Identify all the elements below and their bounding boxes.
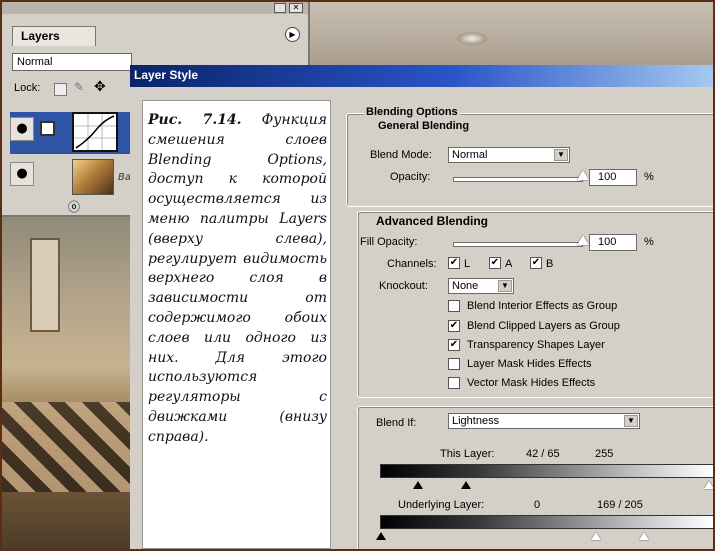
eye-icon[interactable]: ● — [10, 162, 34, 186]
channel-l-checkbox[interactable]: ✔ — [448, 257, 460, 269]
this-layer-gradient — [380, 464, 713, 478]
layer-thumbnail[interactable] — [72, 159, 114, 195]
underlying-layer-label: Underlying Layer: — [398, 499, 485, 511]
transparency-shapes-checkbox[interactable]: ✔ — [448, 339, 460, 351]
this-layer-label: This Layer: — [440, 448, 495, 460]
blend-if-select[interactable]: Lightness ▼ — [448, 413, 640, 429]
figure-caption: Рис. 7.14. Функция смешения слоев Blendi… — [142, 100, 331, 549]
fill-opacity-input[interactable]: 100 — [589, 234, 637, 251]
blend-interior-label: Blend Interior Effects as Group — [467, 300, 618, 312]
blend-if-value: Lightness — [452, 415, 500, 427]
fill-opacity-slider-thumb[interactable] — [577, 235, 589, 245]
opacity-label: Opacity: — [390, 171, 431, 183]
minimize-button[interactable] — [274, 3, 286, 13]
lock-transparency-checkbox[interactable] — [54, 83, 67, 96]
opacity-input[interactable]: 100 — [589, 169, 637, 186]
fill-opacity-label: Fill Opacity: — [360, 236, 418, 248]
opacity-slider-thumb[interactable] — [577, 170, 589, 180]
screenshot-frame: ✕ Layers ▶ Normal Lock: ✎ ✥ ● ● Ba ⓞ Lay… — [0, 0, 715, 551]
underlying-high-value: 169 / 205 — [597, 499, 643, 511]
caption-text: Рис. 7.14. Функция смешения слоев Blendi… — [148, 111, 327, 448]
general-blending-title: General Blending — [378, 120, 470, 132]
channel-a-checkbox[interactable]: ✔ — [489, 257, 501, 269]
eye-icon[interactable]: ● — [10, 117, 34, 141]
blend-mode-label: Blend Mode: — [370, 149, 432, 161]
figure-number: Рис. 7.14. — [148, 112, 242, 128]
background-photo-room — [2, 214, 132, 549]
this-layer-black-slider-right[interactable] — [461, 481, 471, 489]
underlying-low-value: 0 — [534, 499, 541, 511]
this-layer-low-value: 42 / 65 — [526, 448, 560, 460]
fill-opacity-unit: % — [644, 236, 654, 248]
palette-menu-button[interactable]: ▶ — [285, 27, 300, 42]
underlying-layer-gradient — [380, 515, 713, 529]
opacity-unit: % — [644, 171, 654, 183]
knockout-select[interactable]: None ▼ — [448, 278, 514, 294]
knockout-label: Knockout: — [379, 280, 428, 292]
channel-b-label: B — [546, 258, 554, 270]
layer-link-box[interactable] — [40, 121, 55, 136]
lock-label: Lock: — [14, 82, 41, 94]
channel-a-label: A — [505, 258, 513, 270]
vector-mask-hides-label: Vector Mask Hides Effects — [467, 377, 596, 389]
ceiling-lamp — [457, 32, 487, 45]
layers-tab[interactable]: Layers — [12, 26, 96, 46]
channel-l-label: L — [464, 258, 471, 270]
channels-label: Channels: — [387, 258, 437, 270]
blend-clipped-label: Blend Clipped Layers as Group — [467, 320, 620, 332]
layers-blend-mode-select[interactable]: Normal — [12, 53, 132, 71]
lock-position-icon[interactable]: ✥ — [94, 79, 106, 95]
this-layer-black-slider-left[interactable] — [413, 481, 423, 489]
blend-mode-value: Normal — [452, 149, 488, 161]
this-layer-high-value: 255 — [595, 448, 614, 460]
blend-if-label: Blend If: — [376, 417, 417, 429]
background-photo-floor — [2, 402, 132, 492]
underlying-black-slider[interactable] — [376, 532, 386, 540]
curves-thumbnail[interactable] — [72, 112, 118, 152]
curves-graph-icon — [74, 114, 116, 150]
blend-clipped-checkbox[interactable]: ✔ — [448, 320, 460, 332]
transparency-shapes-label: Transparency Shapes Layer — [467, 339, 605, 351]
underlying-white-slider-right[interactable] — [639, 532, 649, 540]
background-photo-ceiling — [302, 2, 713, 72]
blend-mode-select[interactable]: Normal ▼ — [448, 147, 570, 163]
close-icon: ✕ — [292, 3, 300, 12]
layer-style-icon[interactable]: ⓞ — [68, 198, 80, 215]
lock-brush-icon[interactable]: ✎ — [74, 80, 84, 94]
play-icon: ▶ — [289, 30, 296, 39]
chevron-down-icon[interactable]: ▼ — [554, 149, 568, 161]
close-button[interactable]: ✕ — [289, 3, 303, 13]
chevron-down-icon[interactable]: ▼ — [624, 415, 638, 427]
fill-opacity-slider[interactable] — [453, 242, 583, 247]
blend-interior-checkbox[interactable] — [448, 300, 460, 312]
blending-options-title: Blending Options — [364, 106, 460, 118]
opacity-slider[interactable] — [453, 177, 583, 182]
layer-mask-hides-checkbox[interactable] — [448, 358, 460, 370]
vector-mask-hides-checkbox[interactable] — [448, 377, 460, 389]
advanced-blending-title: Advanced Blending — [374, 214, 491, 228]
layer-mask-hides-label: Layer Mask Hides Effects — [467, 358, 592, 370]
chevron-down-icon[interactable]: ▼ — [498, 280, 512, 292]
layers-palette-titlebar[interactable] — [2, 2, 308, 14]
underlying-white-slider-left[interactable] — [591, 532, 601, 540]
caption-body: Функция смешения слоев Blending Options,… — [148, 112, 328, 445]
knockout-value: None — [452, 280, 479, 292]
background-photo-door — [30, 238, 60, 332]
channel-b-checkbox[interactable]: ✔ — [530, 257, 542, 269]
dialog-titlebar[interactable]: Layer Style — [130, 65, 713, 87]
dialog-title: Layer Style — [134, 68, 199, 82]
this-layer-white-slider[interactable] — [704, 481, 713, 489]
